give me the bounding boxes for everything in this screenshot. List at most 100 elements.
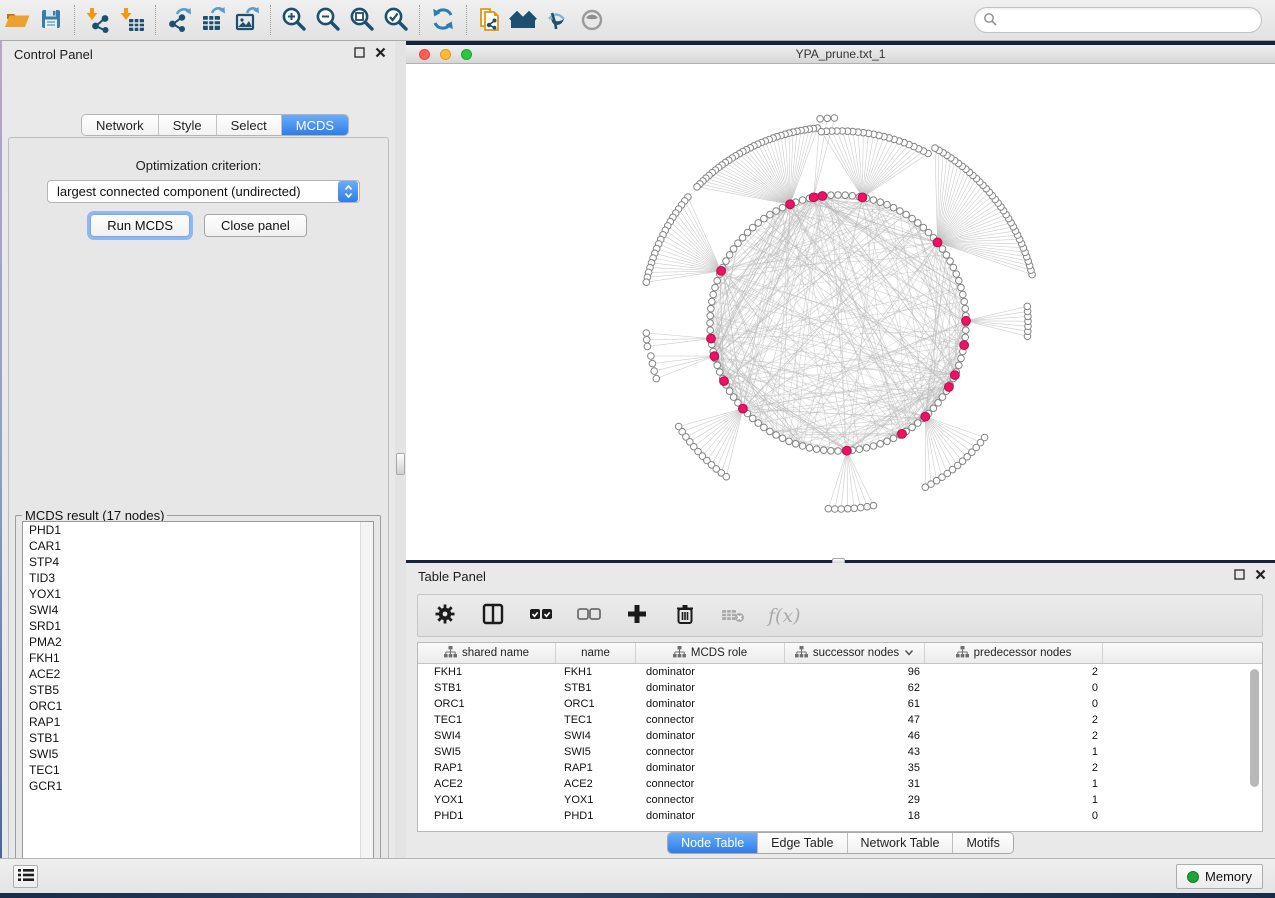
tab-network[interactable]: Network bbox=[82, 115, 159, 135]
zoom-out-button[interactable] bbox=[311, 4, 345, 36]
mcds-result-item[interactable]: FKH1 bbox=[23, 650, 373, 666]
import-table-button[interactable] bbox=[115, 4, 149, 36]
select-all-rows-button[interactable] bbox=[528, 603, 554, 629]
minimize-window-traffic-light[interactable] bbox=[440, 49, 451, 60]
mcds-result-item[interactable]: RAP1 bbox=[23, 714, 373, 730]
split-columns-icon bbox=[481, 602, 505, 629]
toolbar-separator bbox=[466, 5, 467, 35]
column-header-MCDS-role[interactable]: MCDS role bbox=[636, 643, 785, 663]
export-network-button[interactable] bbox=[162, 4, 196, 36]
column-header-shared-name[interactable]: shared name bbox=[418, 643, 556, 663]
float-table-panel-icon[interactable] bbox=[1233, 568, 1246, 581]
show-all-button[interactable] bbox=[575, 4, 609, 36]
table-row[interactable]: ACE2ACE2connector311 bbox=[418, 776, 1262, 792]
column-header-predecessor-nodes[interactable]: predecessor nodes bbox=[925, 643, 1103, 663]
export-table-button[interactable] bbox=[196, 4, 230, 36]
task-history-button[interactable] bbox=[13, 865, 38, 888]
cell-shared-name: FKH1 bbox=[418, 666, 556, 678]
table-row[interactable]: PHD1PHD1dominator180 bbox=[418, 808, 1262, 824]
mcds-result-item[interactable]: ORC1 bbox=[23, 698, 373, 714]
vertical-splitter[interactable] bbox=[395, 41, 406, 858]
cell-shared-name: STB1 bbox=[418, 682, 556, 694]
cell-name: SWI5 bbox=[556, 746, 636, 758]
cell-MCDS-role: connector bbox=[636, 778, 785, 790]
mcds-result-item[interactable]: PHD1 bbox=[23, 522, 373, 538]
tab-mcds[interactable]: MCDS bbox=[282, 115, 348, 135]
splitter-handle[interactable] bbox=[396, 453, 405, 475]
cell-MCDS-role: dominator bbox=[636, 666, 785, 678]
column-header-name[interactable]: name bbox=[556, 643, 636, 663]
table-scrollbar-thumb[interactable] bbox=[1250, 669, 1259, 787]
mcds-result-item[interactable]: STP4 bbox=[23, 554, 373, 570]
delete-column-button[interactable] bbox=[672, 603, 698, 629]
mcds-result-item[interactable]: TEC1 bbox=[23, 762, 373, 778]
close-panel-icon[interactable] bbox=[374, 46, 387, 59]
mcds-result-item[interactable]: STB1 bbox=[23, 730, 373, 746]
mcds-result-item[interactable]: SWI4 bbox=[23, 602, 373, 618]
table-settings-button[interactable] bbox=[432, 603, 458, 629]
tab-motifs[interactable]: Motifs bbox=[953, 833, 1012, 853]
network-window-titlebar[interactable]: YPA_prune.txt_1 bbox=[406, 45, 1275, 64]
cell-predecessor-nodes: 0 bbox=[925, 682, 1103, 694]
network-canvas[interactable] bbox=[406, 64, 1275, 560]
table-row[interactable]: TEC1TEC1connector472 bbox=[418, 712, 1262, 728]
hide-selected-button[interactable] bbox=[541, 4, 575, 36]
cell-MCDS-role: dominator bbox=[636, 810, 785, 822]
mcds-result-item[interactable]: YOX1 bbox=[23, 586, 373, 602]
network-window-title: YPA_prune.txt_1 bbox=[796, 47, 886, 61]
close-window-traffic-light[interactable] bbox=[419, 49, 430, 60]
import-network-button[interactable] bbox=[81, 4, 115, 36]
tab-select[interactable]: Select bbox=[217, 115, 282, 135]
table-row[interactable]: SWI5SWI5connector431 bbox=[418, 744, 1262, 760]
table-row[interactable]: STB1STB1dominator620 bbox=[418, 680, 1262, 696]
trash-icon bbox=[673, 602, 697, 629]
mcds-result-item[interactable]: CAR1 bbox=[23, 538, 373, 554]
cell-successor-nodes: 31 bbox=[785, 778, 925, 790]
table-row[interactable]: RAP1RAP1dominator352 bbox=[418, 760, 1262, 776]
cell-successor-nodes: 61 bbox=[785, 698, 925, 710]
selected-option-text: largest connected component (undirected) bbox=[48, 184, 338, 199]
column-header-successor-nodes[interactable]: successor nodes bbox=[785, 643, 925, 663]
mcds-result-item[interactable]: TID3 bbox=[23, 570, 373, 586]
refresh-button[interactable] bbox=[426, 4, 460, 36]
export-image-button[interactable] bbox=[230, 4, 264, 36]
memory-button[interactable]: Memory bbox=[1176, 864, 1263, 889]
run-mcds-button[interactable]: Run MCDS bbox=[90, 214, 190, 237]
search-input[interactable] bbox=[1002, 13, 1261, 27]
table-row[interactable]: ORC1ORC1dominator610 bbox=[418, 696, 1262, 712]
mcds-result-item[interactable]: SWI5 bbox=[23, 746, 373, 762]
tab-node-table[interactable]: Node Table bbox=[668, 833, 758, 853]
open-file-button[interactable] bbox=[0, 4, 34, 36]
mcds-result-item[interactable]: STB5 bbox=[23, 682, 373, 698]
memory-label: Memory bbox=[1205, 869, 1252, 884]
zoom-in-button[interactable] bbox=[277, 4, 311, 36]
table-scrollbar[interactable] bbox=[1249, 667, 1260, 829]
table-row[interactable]: YOX1YOX1connector291 bbox=[418, 792, 1262, 808]
zoom-fit-button[interactable] bbox=[345, 4, 379, 36]
table-row[interactable]: FKH1FKH1dominator962 bbox=[418, 664, 1262, 680]
optimization-criterion-select[interactable]: largest connected component (undirected) bbox=[47, 180, 360, 203]
mcds-list-scrollbar[interactable] bbox=[360, 522, 373, 872]
mcds-result-item[interactable]: PMA2 bbox=[23, 634, 373, 650]
close-panel-button[interactable]: Close panel bbox=[204, 214, 307, 237]
zoom-selected-button[interactable] bbox=[379, 4, 413, 36]
first-neighbors-button[interactable] bbox=[507, 4, 541, 36]
add-column-button[interactable] bbox=[624, 603, 650, 629]
table-tab-group: Node TableEdge TableNetwork TableMotifs bbox=[667, 832, 1014, 854]
maximize-window-traffic-light[interactable] bbox=[461, 49, 472, 60]
tab-style[interactable]: Style bbox=[159, 115, 217, 135]
mcds-result-item[interactable]: ACE2 bbox=[23, 666, 373, 682]
tab-network-table[interactable]: Network Table bbox=[848, 833, 954, 853]
float-panel-icon[interactable] bbox=[353, 46, 366, 59]
column-visibility-button[interactable] bbox=[480, 603, 506, 629]
new-network-from-selection-button[interactable] bbox=[473, 4, 507, 36]
mcds-result-item[interactable]: SRD1 bbox=[23, 618, 373, 634]
search-field[interactable] bbox=[974, 7, 1262, 33]
deselect-all-rows-button[interactable] bbox=[576, 603, 602, 629]
mcds-result-item[interactable]: GCR1 bbox=[23, 778, 373, 794]
close-table-panel-icon[interactable] bbox=[1254, 568, 1267, 581]
table-row[interactable]: SWI4SWI4dominator462 bbox=[418, 728, 1262, 744]
save-session-button[interactable] bbox=[34, 4, 68, 36]
zoom-out-icon bbox=[314, 5, 342, 36]
tab-edge-table[interactable]: Edge Table bbox=[758, 833, 847, 853]
